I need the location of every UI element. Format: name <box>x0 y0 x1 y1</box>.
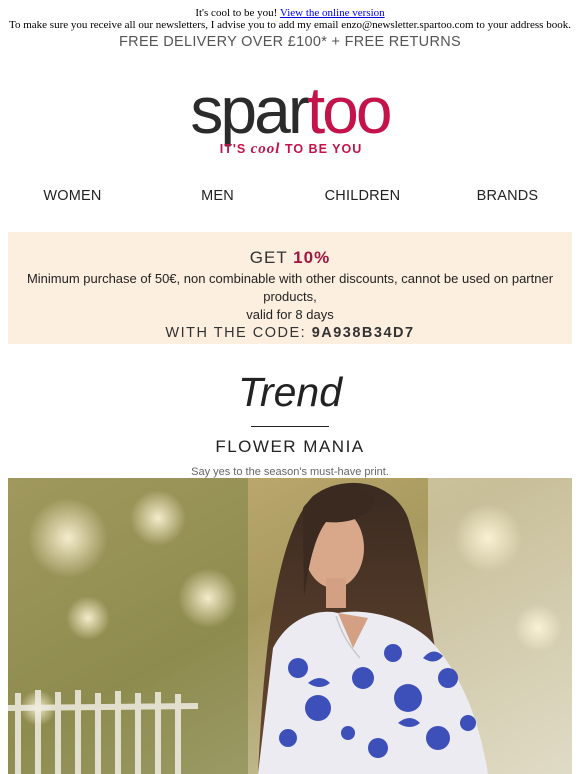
logo-tagline-cool: cool <box>251 141 281 157</box>
logo-wordmark-too: too <box>307 81 390 147</box>
promo-get-label: GET <box>249 248 288 267</box>
preheader-line-1: It's cool to be you! View the online ver… <box>0 7 580 19</box>
heading-divider <box>251 426 329 427</box>
hero-image[interactable] <box>8 478 572 774</box>
promo-conditions-line-1: Minimum purchase of 50€, non combinable … <box>26 271 554 304</box>
section-tagline: Say yes to the season's must-have print. <box>191 466 389 478</box>
promo-banner[interactable]: GET 10% Minimum purchase of 50€, non com… <box>8 232 572 344</box>
spartoo-logo[interactable]: spartoo IT'S cool TO BE YOU <box>170 81 410 159</box>
section-subtitle: FLOWER MANIA <box>215 437 365 456</box>
section-heading: Trend <box>237 369 343 415</box>
delivery-banner[interactable]: FREE DELIVERY OVER £100* + FREE RETURNS <box>0 34 580 50</box>
logo-wordmark-spar: spar <box>190 81 308 147</box>
logo-link[interactable]: spartoo IT'S cool TO BE YOU <box>0 81 580 161</box>
logo-tagline-1: IT'S <box>220 142 246 156</box>
promo-code-label: WITH THE CODE: <box>165 325 307 341</box>
logo-tagline-2: TO BE YOU <box>285 142 362 156</box>
promo-headline: GET 10% <box>8 248 572 268</box>
promo-code-row: WITH THE CODE: 9A938B34D7 <box>8 325 572 341</box>
preheader-line-2: To make sure you receive all our newslet… <box>9 19 571 31</box>
promo-code: 9A938B34D7 <box>311 325 415 341</box>
nav-item-children[interactable]: CHILDREN <box>290 188 435 208</box>
promo-conditions-line-2: valid for 8 days <box>246 307 334 322</box>
preheader-text: It's cool to be you! <box>195 7 278 19</box>
promo-discount: 10% <box>293 248 331 267</box>
view-online-link[interactable]: View the online version <box>280 7 385 19</box>
promo-conditions: Minimum purchase of 50€, non combinable … <box>8 270 572 324</box>
preheader: It's cool to be you! View the online ver… <box>0 0 580 31</box>
main-nav: WOMEN MEN CHILDREN BRANDS <box>0 188 580 208</box>
nav-item-women[interactable]: WOMEN <box>0 188 145 208</box>
svg-text:IT'S cool TO BE YO: IT'S cool TO BE YOU <box>220 141 363 157</box>
nav-item-brands[interactable]: BRANDS <box>435 188 580 208</box>
svg-text:spartoo: spartoo <box>190 81 389 147</box>
nav-item-men[interactable]: MEN <box>145 188 290 208</box>
hero-photo-icon <box>8 478 572 774</box>
